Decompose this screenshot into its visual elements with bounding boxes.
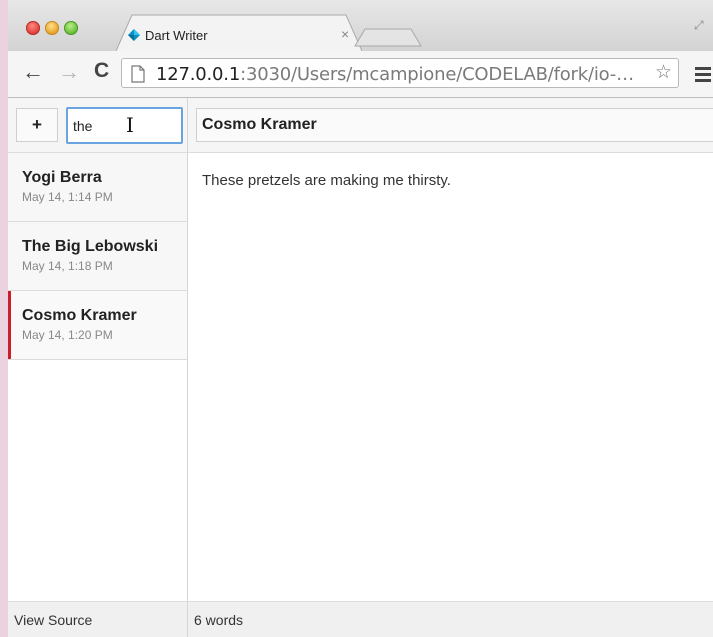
tab-close-icon[interactable]: × bbox=[341, 26, 349, 42]
list-item-cosmo-kramer[interactable]: Cosmo Kramer May 14, 1:20 PM bbox=[8, 291, 187, 360]
list-item-yogi-berra[interactable]: Yogi Berra May 14, 1:14 PM bbox=[8, 153, 187, 222]
tab-title: Dart Writer bbox=[145, 28, 208, 43]
document-title: The Big Lebowski bbox=[22, 238, 159, 255]
dart-logo-icon bbox=[128, 29, 140, 41]
status-footer: View Source 6 words bbox=[8, 601, 713, 637]
document-title: Yogi Berra bbox=[22, 169, 102, 186]
search-input[interactable] bbox=[66, 107, 183, 144]
forward-arrow-icon[interactable]: → bbox=[58, 61, 80, 83]
browser-window: Dart Writer × ⤢ ← → C 127.0.0.1:3030/Use… bbox=[8, 0, 713, 637]
document-body[interactable]: These pretzels are making me thirsty. bbox=[202, 172, 451, 189]
address-bar[interactable]: 127.0.0.1:3030/Users/mcampione/CODELAB/f… bbox=[121, 58, 679, 88]
menu-icon[interactable] bbox=[695, 67, 711, 85]
document-title: Cosmo Kramer bbox=[22, 307, 137, 324]
document-title-field[interactable] bbox=[196, 108, 713, 142]
sidebar-toolbar: + I bbox=[8, 98, 187, 153]
url-path: :3030/Users/mcampione/CODELAB/fork/io-… bbox=[240, 64, 634, 85]
word-count: 6 words bbox=[194, 612, 244, 628]
dart-writer-app: + I Yogi Berra May 14, 1:14 PM The Big L… bbox=[8, 98, 713, 637]
fullscreen-icon[interactable]: ⤢ bbox=[694, 18, 704, 33]
minimize-window-button[interactable] bbox=[45, 21, 59, 35]
document-date: May 14, 1:14 PM bbox=[22, 190, 113, 204]
zoom-window-button[interactable] bbox=[64, 21, 78, 35]
document-date: May 14, 1:20 PM bbox=[22, 328, 113, 342]
close-window-button[interactable] bbox=[26, 21, 40, 35]
view-source-link[interactable]: View Source bbox=[14, 612, 92, 628]
browser-toolbar: ← → C 127.0.0.1:3030/Users/mcampione/COD… bbox=[8, 51, 713, 98]
back-arrow-icon[interactable]: ← bbox=[22, 61, 44, 83]
editor-header bbox=[188, 98, 713, 153]
url-text: 127.0.0.1:3030/Users/mcampione/CODELAB/f… bbox=[156, 64, 634, 85]
editor-pane: These pretzels are making me thirsty. bbox=[188, 98, 713, 601]
add-document-button[interactable]: + bbox=[16, 108, 58, 142]
url-host: 127.0.0.1 bbox=[156, 64, 241, 85]
text-cursor-icon: I bbox=[126, 113, 134, 137]
list-item-the-big-lebowski[interactable]: The Big Lebowski May 14, 1:18 PM bbox=[8, 222, 187, 291]
tab-strip: Dart Writer × ⤢ bbox=[8, 0, 713, 51]
document-date: May 14, 1:18 PM bbox=[22, 259, 113, 273]
page-icon bbox=[131, 65, 145, 83]
footer-divider bbox=[187, 602, 188, 637]
reload-icon[interactable]: C bbox=[94, 60, 109, 82]
bookmark-star-icon[interactable]: ☆ bbox=[655, 63, 672, 83]
sidebar: + I Yogi Berra May 14, 1:14 PM The Big L… bbox=[8, 98, 188, 601]
document-list: Yogi Berra May 14, 1:14 PM The Big Lebow… bbox=[8, 153, 187, 360]
new-tab-button[interactable] bbox=[353, 27, 423, 47]
